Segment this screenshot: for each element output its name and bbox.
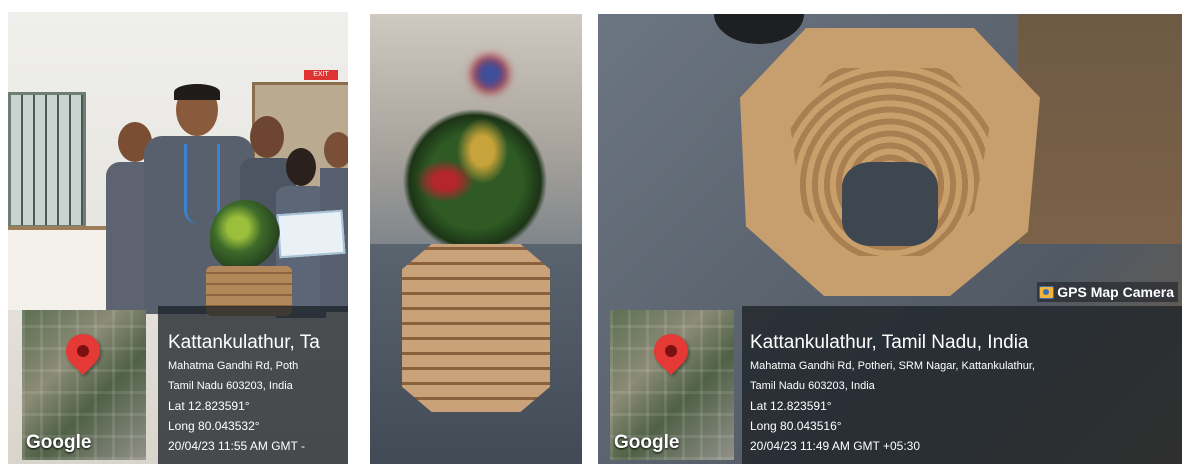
plant-leaves [210,200,280,270]
octagon-planter [402,244,550,412]
address-line-1: Mahatma Gandhi Rd, Potheri, SRM Nagar, K… [750,360,1035,372]
longitude: Long 80.043532° [168,419,260,433]
camera-icon [1039,285,1055,299]
place-name: Kattankulathur, Ta [168,332,320,353]
wooden-frame [1018,14,1182,244]
latitude: Lat 12.823591° [750,399,832,413]
exit-sign: EXIT [304,70,338,80]
map-thumbnail: Google [610,310,734,460]
croton-plant [400,106,550,256]
location-pin-icon [646,326,696,376]
cabinet [8,226,118,310]
address-line-1: Mahatma Gandhi Rd, Poth [168,360,299,372]
floor-logo [714,14,804,44]
map-thumbnail: Google [22,310,146,460]
address-line-2: Tamil Nadu 603203, India [750,380,875,392]
datetime: 20/04/23 11:55 AM GMT - [168,439,305,453]
photo-planter-topview: GPS Map Camera Google Kattankulathur, Ta… [598,14,1182,464]
address-line-2: Tamil Nadu 603203, India [168,380,293,392]
planter-hole [842,162,938,246]
gps-map-camera-badge: GPS Map Camera [1037,282,1178,302]
datetime: 20/04/23 11:49 AM GMT +05:30 [750,439,921,453]
badge-label: GPS Map Camera [1057,284,1174,300]
latitude: Lat 12.823591° [168,399,250,413]
location-text: Kattankulathur, Ta Mahatma Gandhi Rd, Po… [168,330,348,456]
window [8,92,86,228]
photo-students-group: EXIT Google Kattankulathur, Ta Mahatma G… [8,12,348,464]
certificate [276,209,346,259]
location-text: Kattankulathur, Tamil Nadu, India Mahatm… [750,330,1174,456]
blurred-background-sign [470,54,510,94]
photo-planter-closeup [370,14,582,464]
longitude: Long 80.043516° [750,419,842,433]
google-logo: Google [26,432,92,453]
location-pin-icon [58,326,108,376]
place-name: Kattankulathur, Tamil Nadu, India [750,332,1029,353]
google-logo: Google [614,432,680,453]
